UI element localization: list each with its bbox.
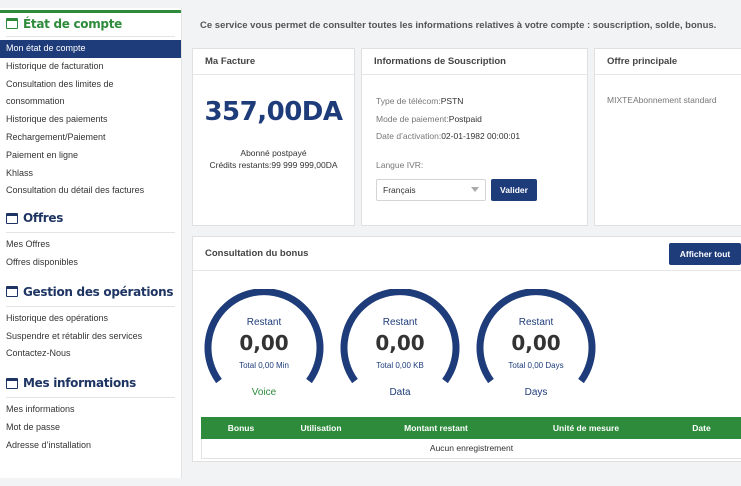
- sidebar-item-rechargement[interactable]: Rechargement/Paiement: [0, 129, 181, 147]
- divider: [6, 232, 175, 234]
- gauge-caption: Restant: [518, 317, 554, 328]
- gauge-total: Total 0,00 Min: [239, 361, 289, 370]
- sidebar-item-historique-operations[interactable]: Historique des opérations: [0, 310, 181, 328]
- valider-button[interactable]: Valider: [491, 178, 537, 201]
- sidebar-section-title: Gestion des opérations: [23, 284, 174, 299]
- gauge-total: Total 0,00 Days: [508, 361, 564, 370]
- sidebar-item-consultation-limites[interactable]: Consultation des limites de: [0, 76, 181, 94]
- payment-mode-row: Mode de paiement:Postpaid: [376, 111, 587, 129]
- card-title: Ma Facture: [193, 49, 354, 75]
- invoice-amount: 357,00DA: [204, 97, 343, 127]
- sidebar-item-historique-paiements[interactable]: Historique des paiements: [0, 111, 181, 129]
- subscription-details: Type de télécom:PSTN Mode de paiement:Po…: [362, 75, 587, 146]
- sidebar-item-mes-informations[interactable]: Mes informations: [0, 401, 181, 419]
- gauge-label: Days: [524, 387, 548, 398]
- card-title: Offre principale: [595, 49, 741, 75]
- column-header-unite-de-mesure[interactable]: Unité de mesure: [511, 423, 661, 433]
- chevron-down-icon: [471, 187, 479, 192]
- sidebar-item-adresse-installation[interactable]: Adresse d’installation: [0, 437, 181, 455]
- table-empty-message: Aucun enregistrement: [201, 439, 741, 459]
- payment-mode-value: Postpaid: [448, 113, 482, 124]
- column-header-bonus[interactable]: Bonus: [201, 423, 281, 433]
- divider: [6, 305, 175, 307]
- gauge-label: Data: [389, 387, 411, 398]
- ivr-language-label: Langue IVR:: [376, 159, 424, 170]
- offre-card: Offre principale MIXTEAbonnement standar…: [594, 48, 741, 226]
- activation-date-row: Date d’activation:02-01-1982 00:00:01: [376, 128, 587, 146]
- sidebar-item-offres-disponibles[interactable]: Offres disponibles: [0, 254, 181, 272]
- bonus-card: Consultation du bonus Afficher tout Rest…: [192, 236, 741, 462]
- remaining-credits: Crédits restants:99 999 999,00DA: [209, 160, 338, 170]
- gauge-value: 0,00: [511, 331, 561, 355]
- sidebar-item-consultation-limites-cont[interactable]: consommation: [0, 93, 181, 111]
- gauge-caption: Restant: [382, 317, 418, 328]
- sidebar-section-title: Offres: [23, 211, 64, 226]
- telecom-type-value: PSTN: [440, 96, 464, 106]
- ivr-language-select[interactable]: Français: [376, 178, 486, 201]
- gauge-value: 0,00: [239, 331, 289, 355]
- column-header-utilisation[interactable]: Utilisation: [281, 423, 361, 433]
- payment-mode-label: Mode de paiement:: [376, 113, 449, 124]
- bonus-gauges: Restant 0,00 Total 0,00 Min Voice Restan…: [193, 271, 741, 411]
- sidebar-item-contactez-nous[interactable]: Contactez-Nous: [0, 345, 181, 363]
- gauge-total: Total 0,00 KB: [376, 361, 424, 370]
- gauge-label: Voice: [251, 387, 277, 398]
- sidebar-section-etat-de-compte: État de compte: [0, 10, 181, 34]
- sidebar-section-offres: Offres: [0, 206, 181, 230]
- gauge-voice: Restant 0,00 Total 0,00 Min Voice: [199, 289, 329, 419]
- bonus-title: Consultation du bonus: [205, 248, 309, 259]
- sidebar-item-detail-factures[interactable]: Consultation du détail des factures: [0, 182, 181, 200]
- ivr-language-row: Français Valider: [362, 170, 587, 201]
- card-title: Informations de Souscription: [362, 49, 587, 75]
- bonus-table-header: Bonus Utilisation Montant restant Unité …: [201, 417, 741, 439]
- sidebar-section-title: État de compte: [23, 16, 122, 31]
- activation-date-value: 02-01-1982 00:00:01: [441, 131, 521, 141]
- gauge-value: 0,00: [375, 331, 425, 355]
- page-intro: Ce service vous permet de consulter tout…: [200, 20, 717, 31]
- subscriber-info: Abonné postpayé Crédits restants:99 999 …: [193, 147, 354, 171]
- subscriber-status: Abonné postpayé: [240, 148, 307, 158]
- sidebar-item-khlass[interactable]: Khlass: [0, 165, 181, 183]
- sidebar-item-mot-de-passe[interactable]: Mot de passe: [0, 419, 181, 437]
- sidebar-item-historique-facturation[interactable]: Historique de facturation: [0, 58, 181, 76]
- window-icon: [6, 377, 18, 389]
- telecom-type-row: Type de télécom:PSTN: [376, 93, 587, 111]
- sidebar-item-suspendre-retablir[interactable]: Suspendre et rétablir des services: [0, 328, 181, 346]
- window-icon: [6, 286, 18, 298]
- sidebar-item-mon-etat-de-compte[interactable]: Mon état de compte: [0, 40, 181, 58]
- gauge-caption: Restant: [246, 317, 282, 328]
- column-header-montant-restant[interactable]: Montant restant: [361, 423, 511, 433]
- sidebar-section-mes-informations: Mes informations: [0, 371, 181, 395]
- selected-language: Français: [383, 184, 416, 195]
- bonus-header: Consultation du bonus Afficher tout: [193, 237, 741, 271]
- sidebar-item-paiement-en-ligne[interactable]: Paiement en ligne: [0, 147, 181, 165]
- divider: [6, 397, 175, 399]
- column-header-date[interactable]: Date: [661, 423, 741, 433]
- sidebar-item-mes-offres[interactable]: Mes Offres: [0, 236, 181, 254]
- afficher-tout-button[interactable]: Afficher tout: [669, 242, 741, 265]
- offer-name: MIXTEAbonnement standard: [607, 95, 717, 105]
- window-icon: [6, 212, 18, 224]
- souscription-card: Informations de Souscription Type de tél…: [361, 48, 588, 226]
- facture-card: Ma Facture 357,00DA Abonné postpayé Créd…: [192, 48, 355, 226]
- sidebar: État de compte Mon état de compte Histor…: [0, 8, 182, 478]
- telecom-type-label: Type de télécom:: [376, 96, 441, 106]
- sidebar-section-gestion-operations: Gestion des opérations: [0, 280, 181, 304]
- gauge-days: Restant 0,00 Total 0,00 Days Days: [471, 289, 601, 419]
- divider: [6, 36, 175, 37]
- sidebar-section-title: Mes informations: [23, 376, 137, 391]
- gauge-data: Restant 0,00 Total 0,00 KB Data: [335, 289, 465, 419]
- activation-date-label: Date d’activation:: [376, 131, 442, 141]
- main-content: Ce service vous permet de consulter tout…: [190, 8, 741, 486]
- window-icon: [6, 18, 18, 29]
